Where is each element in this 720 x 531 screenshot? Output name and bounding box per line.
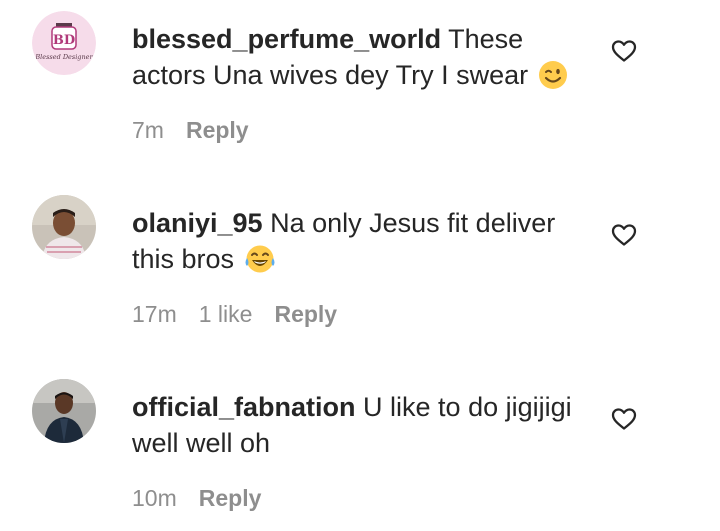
- user-photo-avatar: [32, 195, 96, 259]
- comment-username[interactable]: olaniyi_95: [132, 208, 263, 238]
- reply-button[interactable]: Reply: [199, 485, 262, 511]
- user-photo-avatar: [32, 379, 96, 443]
- comment-text: official_fabnation U like to do jigijigi…: [132, 389, 592, 461]
- like-heart-icon[interactable]: [611, 223, 637, 247]
- comment-username[interactable]: official_fabnation: [132, 392, 356, 422]
- like-heart-icon[interactable]: [611, 39, 637, 63]
- comment-time: 17m: [132, 301, 177, 327]
- comment-time: 7m: [132, 117, 164, 143]
- winking-face-icon: [538, 61, 567, 89]
- face-with-tears-of-joy-icon: [245, 245, 275, 273]
- avatar[interactable]: [32, 195, 96, 259]
- comment-username[interactable]: blessed_perfume_world: [132, 24, 441, 54]
- avatar[interactable]: BD Blessed Designer: [32, 11, 96, 75]
- comment-meta: 10m Reply: [132, 485, 283, 512]
- comment-meta: 17m 1 like Reply: [132, 301, 359, 328]
- comment-text: olaniyi_95 Na only Jesus fit deliver thi…: [132, 205, 592, 277]
- like-heart-icon[interactable]: [611, 407, 637, 431]
- comment-time: 10m: [132, 485, 177, 511]
- comment-like-count[interactable]: 1 like: [199, 301, 253, 327]
- brand-logo-avatar: BD Blessed Designer: [32, 11, 96, 75]
- avatar-logo-text: BD: [53, 33, 75, 48]
- reply-button[interactable]: Reply: [186, 117, 249, 143]
- comment-text: blessed_perfume_world These actors Una w…: [132, 21, 592, 93]
- avatar-logo-caption: Blessed Designer: [34, 53, 93, 61]
- avatar[interactable]: [32, 379, 96, 443]
- reply-button[interactable]: Reply: [274, 301, 337, 327]
- comment-meta: 7m Reply: [132, 117, 271, 144]
